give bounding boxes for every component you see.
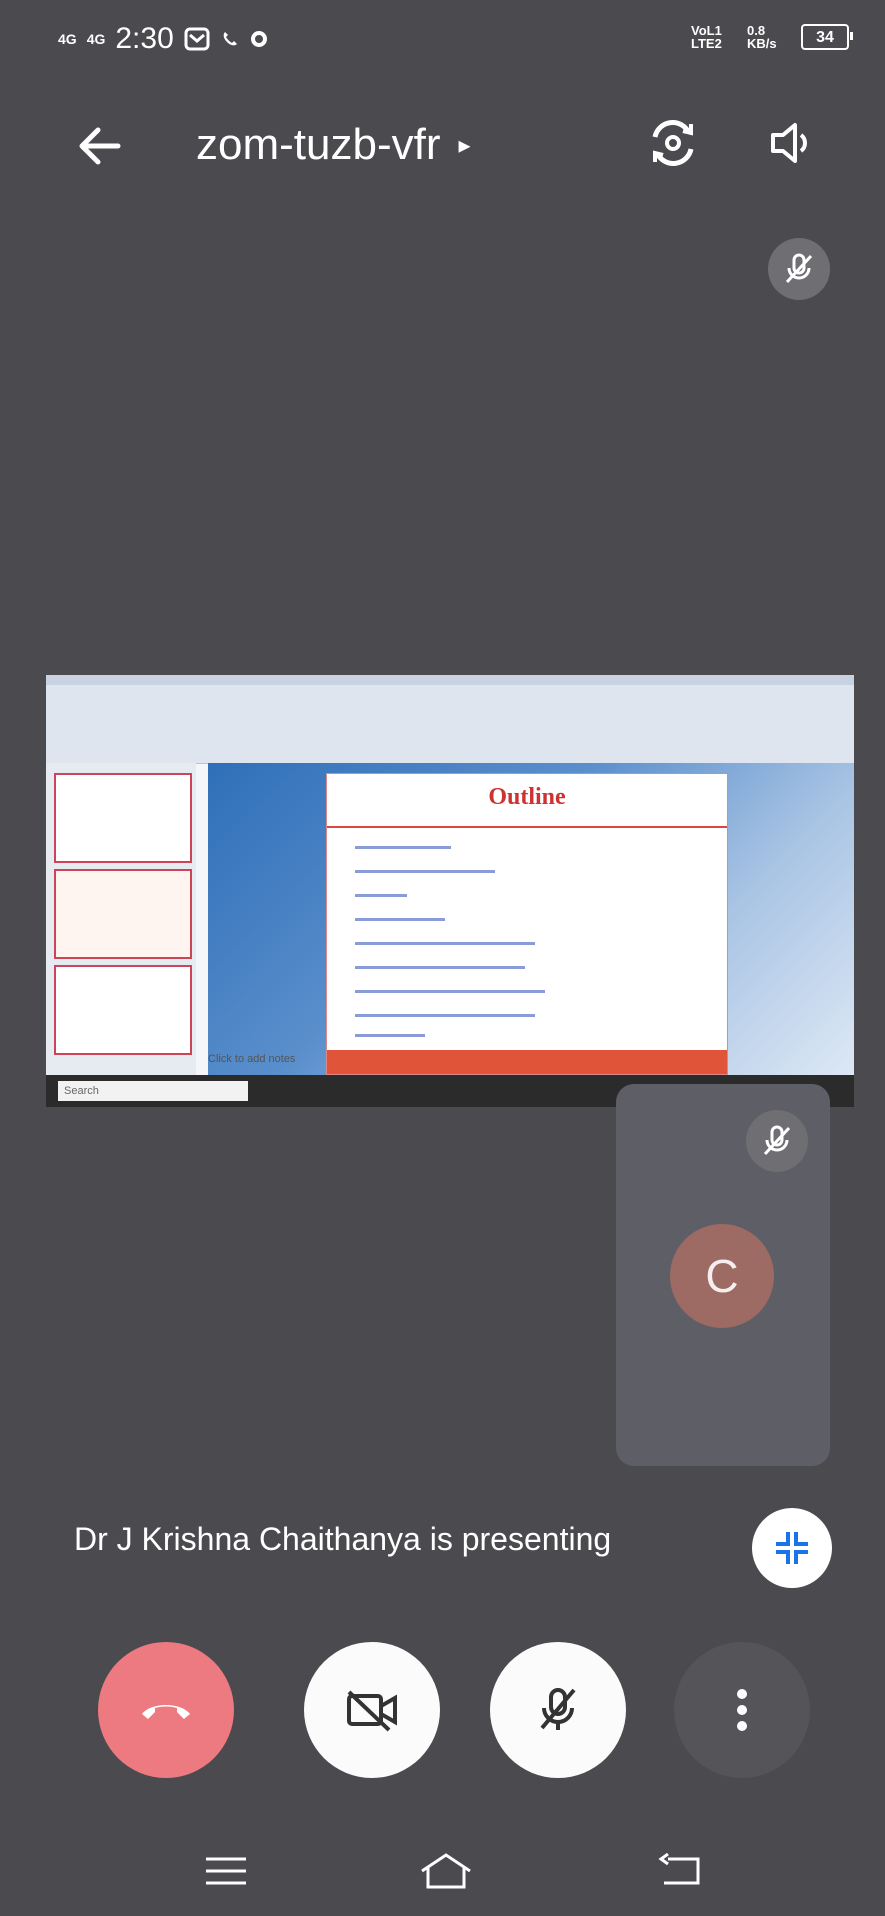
slide-bullet (355, 990, 545, 993)
slide-bullet (355, 966, 525, 969)
status-right: VoL1 LTE2 0.8 KB/s 34 (691, 23, 853, 51)
speaker-button[interactable] (760, 110, 826, 176)
thumbnail-2 (54, 869, 192, 959)
self-mic-muted-indicator (768, 238, 830, 300)
participant-mic-muted (746, 1110, 808, 1172)
menu-icon (206, 1857, 246, 1885)
back-button[interactable] (72, 118, 128, 174)
slide-bullet (355, 894, 407, 897)
clock: 2:30 (115, 22, 174, 55)
taskbar-search-text: Search (64, 1085, 99, 1097)
sync-icon (250, 31, 267, 47)
thumbnail-3 (54, 965, 192, 1055)
status-bar: 4G 4G 2:30 VoL1 LTE2 0.8 KB/s 34 (0, 0, 885, 80)
home-icon (421, 1853, 471, 1889)
camera-toggle-button[interactable] (304, 1642, 440, 1778)
avatar: C (670, 1224, 774, 1328)
phone-hangup-icon (142, 1705, 190, 1719)
meeting-code: zom-tuzb-vfr (196, 120, 441, 169)
presenting-label: Dr J Krishna Chaithanya is presenting (74, 1521, 612, 1557)
nav-back-button[interactable] (652, 1846, 712, 1896)
nav-menu-button[interactable] (196, 1846, 256, 1896)
slide-bullet (355, 870, 495, 873)
mic-toggle-button[interactable] (490, 1642, 626, 1778)
slide-title: Outline (488, 784, 566, 810)
battery-level: 34 (816, 28, 834, 46)
switch-camera-button[interactable] (640, 110, 706, 176)
camera-switch-icon (652, 120, 694, 166)
more-vertical-icon (737, 1689, 747, 1731)
back-icon (658, 1853, 700, 1885)
notes-pane: Click to add notes (208, 1053, 296, 1065)
message-icon (184, 27, 210, 51)
slide-bullet (355, 1014, 535, 1017)
speaker-icon (771, 123, 807, 163)
shared-screen[interactable]: Outline Click to add notes Search (46, 675, 854, 1107)
more-options-button[interactable] (674, 1642, 810, 1778)
collapse-icon (776, 1532, 808, 1564)
ppt-ribbon (46, 675, 854, 764)
participant-tile[interactable]: C (616, 1084, 830, 1466)
mic-off-icon (785, 253, 813, 284)
volte-label: VoL1 LTE2 (691, 23, 722, 51)
camera-off-icon (347, 1690, 397, 1732)
mic-off-icon (540, 1688, 576, 1730)
slide-footer (327, 1050, 727, 1074)
thumbnail-1 (54, 773, 192, 863)
speed-label: 0.8 KB/s (747, 23, 777, 51)
slide: Outline (326, 773, 728, 1075)
slide-bullet (355, 1034, 425, 1037)
minimize-button[interactable] (752, 1508, 832, 1588)
nav-home-button[interactable] (416, 1846, 476, 1896)
call-icon (223, 32, 237, 46)
slide-bullet (355, 942, 535, 945)
battery-icon: 34 (801, 24, 853, 50)
taskbar-search: Search (58, 1081, 248, 1101)
slide-thumbnails (46, 763, 196, 1075)
end-call-button[interactable] (98, 1642, 234, 1778)
network-1: 4G (58, 30, 77, 47)
meeting-title[interactable]: zom-tuzb-vfr ▸ (196, 120, 471, 170)
status-left: 4G 4G 2:30 (58, 22, 268, 56)
network-2: 4G (86, 30, 106, 47)
chevron-right-icon: ▸ (458, 131, 471, 159)
ribbon-tabs (46, 675, 854, 685)
mic-off-icon (763, 1125, 791, 1156)
slide-bullet (355, 918, 445, 921)
slide-bullet (355, 846, 451, 849)
arrow-left-icon (79, 127, 121, 165)
